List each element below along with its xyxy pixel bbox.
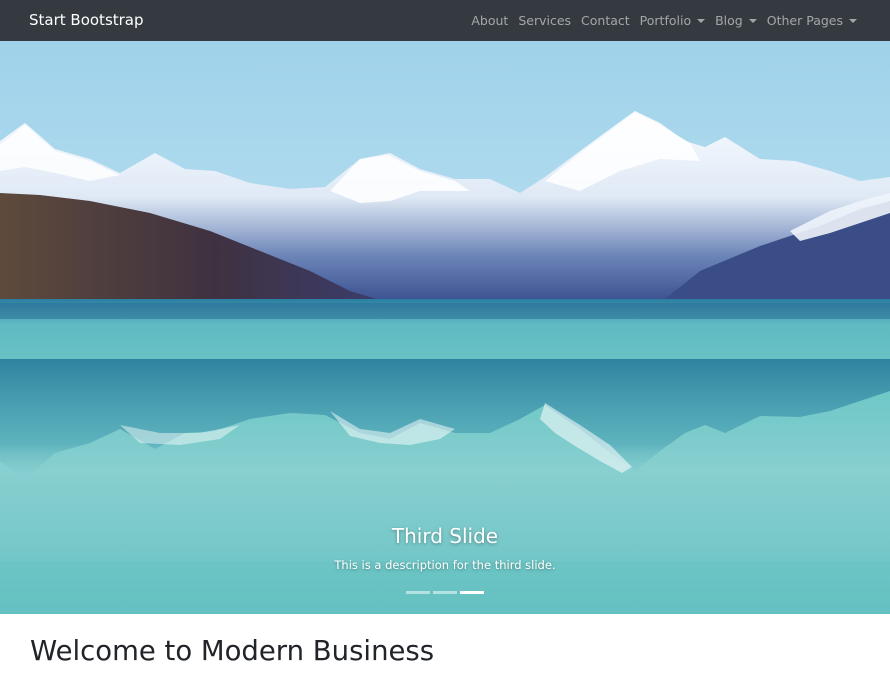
- carousel-indicator-3[interactable]: [460, 591, 484, 594]
- caret-down-icon: [748, 18, 757, 23]
- carousel-indicator-1[interactable]: [406, 591, 430, 594]
- hero-carousel[interactable]: Third Slide This is a description for th…: [0, 41, 890, 614]
- carousel-caption: Third Slide This is a description for th…: [0, 523, 890, 573]
- brand-link[interactable]: Start Bootstrap: [29, 11, 144, 30]
- navbar: Start Bootstrap About Services Contact P…: [0, 0, 890, 41]
- lake-shoreline: [0, 303, 890, 319]
- nav-links: About Services Contact Portfolio Blog Ot…: [471, 12, 857, 29]
- nav-dropdown-blog[interactable]: Blog: [705, 12, 757, 29]
- nav-dropdown-other-pages-label: Other Pages: [766, 13, 843, 28]
- nav-dropdown-other-pages[interactable]: Other Pages: [757, 12, 857, 29]
- nav-link-about[interactable]: About: [471, 12, 508, 29]
- nav-link-services-label: Services: [518, 13, 572, 28]
- caret-down-icon: [697, 18, 706, 23]
- caption-text: This is a description for the third slid…: [334, 558, 556, 572]
- carousel-indicator-2[interactable]: [433, 591, 457, 594]
- nav-dropdown-blog-label: Blog: [715, 13, 743, 28]
- caret-down-icon: [849, 18, 857, 23]
- nav-link-about-label: About: [471, 13, 509, 28]
- nav-link-services[interactable]: Services: [508, 12, 571, 29]
- nav-dropdown-portfolio-label: Portfolio: [639, 13, 692, 28]
- caption-title: Third Slide: [391, 524, 499, 548]
- nav-dropdown-portfolio[interactable]: Portfolio: [630, 12, 706, 29]
- carousel-indicators: [0, 591, 890, 594]
- nav-link-contact[interactable]: Contact: [571, 12, 630, 29]
- nav-link-contact-label: Contact: [581, 13, 630, 28]
- page-title: Welcome to Modern Business: [30, 635, 435, 667]
